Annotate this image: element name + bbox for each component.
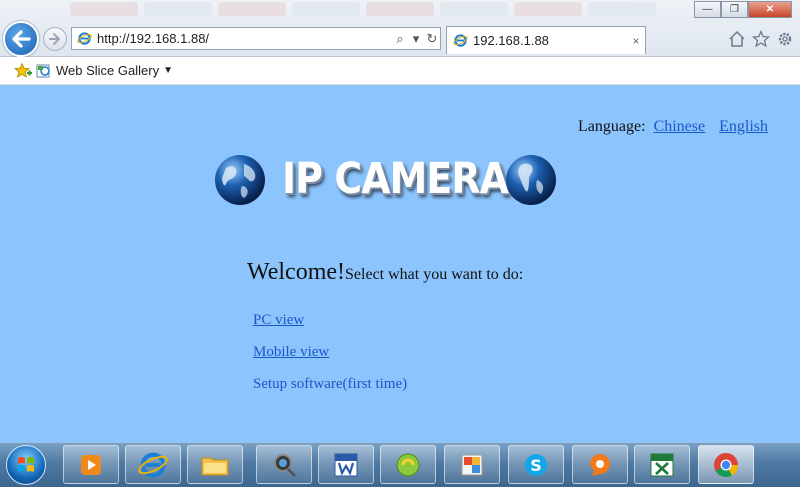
tab-close-icon[interactable]: × bbox=[627, 34, 645, 48]
page-content: Language: Chinese English IP CAMERA Welc… bbox=[0, 85, 800, 442]
taskbar-image-tool[interactable] bbox=[444, 445, 500, 484]
web-slice-gallery-link[interactable]: Web Slice Gallery ▼ bbox=[36, 63, 173, 79]
taskbar-microsoft-excel[interactable] bbox=[634, 445, 690, 484]
language-selector: Language: Chinese English bbox=[578, 118, 768, 136]
tab-active[interactable]: 192.168.1.88 × bbox=[446, 26, 646, 54]
internet-explorer-icon bbox=[138, 452, 168, 477]
language-english-link[interactable]: English bbox=[719, 118, 768, 135]
browser-toolbar-icons bbox=[728, 30, 794, 48]
microsoft-word-icon bbox=[334, 453, 358, 476]
taskbar-internet-explorer[interactable] bbox=[125, 445, 181, 484]
address-bar[interactable]: http://192.168.1.88/ ⌕ ▾ ↻ bbox=[71, 27, 441, 50]
camera-search-icon bbox=[274, 453, 297, 477]
forward-button[interactable] bbox=[43, 27, 67, 51]
internet-explorer-icon bbox=[453, 34, 468, 47]
windows-media-player-icon bbox=[81, 454, 101, 475]
search-icon[interactable]: ⌕ bbox=[392, 31, 408, 47]
language-chinese-link[interactable]: Chinese bbox=[654, 118, 706, 135]
window-controls: — ❐ ✕ bbox=[694, 1, 792, 18]
start-button[interactable] bbox=[6, 445, 46, 485]
orange-app-icon bbox=[590, 453, 610, 476]
background-tabs bbox=[70, 0, 690, 18]
globe-icon bbox=[215, 155, 265, 205]
taskbar-file-explorer[interactable] bbox=[187, 445, 243, 484]
restore-button[interactable]: ❐ bbox=[721, 1, 748, 18]
forward-arrow-icon bbox=[49, 33, 60, 45]
dropdown-arrow-icon[interactable]: ▼ bbox=[163, 65, 173, 76]
svg-text:S: S bbox=[530, 456, 542, 475]
taskbar: S bbox=[0, 442, 800, 487]
welcome-heading: Welcome! bbox=[247, 259, 346, 285]
favorites-bar: Web Slice Gallery ▼ bbox=[0, 57, 800, 85]
add-favorites-icon[interactable] bbox=[14, 61, 32, 80]
minimize-button[interactable]: — bbox=[694, 1, 721, 18]
favorites-star-icon[interactable] bbox=[752, 30, 770, 48]
taskbar-media-player[interactable] bbox=[63, 445, 119, 484]
web-slice-icon bbox=[36, 64, 50, 77]
web-slice-gallery-label: Web Slice Gallery bbox=[56, 63, 160, 78]
windows-logo-icon bbox=[18, 457, 34, 472]
back-arrow-icon bbox=[12, 30, 31, 48]
address-url[interactable]: http://192.168.1.88/ bbox=[97, 31, 392, 46]
mobile-view-link[interactable]: Mobile view bbox=[253, 344, 329, 361]
internet-explorer-icon bbox=[77, 32, 92, 45]
tab-title: 192.168.1.88 bbox=[473, 33, 549, 48]
green-app-icon bbox=[396, 453, 420, 476]
home-icon[interactable] bbox=[728, 30, 746, 48]
microsoft-excel-icon bbox=[650, 453, 674, 476]
welcome-prompt: Select what you want to do: bbox=[345, 266, 524, 283]
pc-view-link[interactable]: PC view bbox=[253, 312, 304, 329]
welcome-message: Welcome!Select what you want to do: bbox=[247, 259, 523, 286]
gear-icon[interactable] bbox=[776, 30, 794, 48]
globe-icon bbox=[506, 155, 556, 205]
skype-icon: S bbox=[525, 453, 547, 476]
close-window-button[interactable]: ✕ bbox=[748, 1, 792, 18]
file-explorer-icon bbox=[201, 457, 229, 475]
refresh-icon[interactable]: ↻ bbox=[424, 31, 440, 47]
image-tool-icon bbox=[461, 454, 483, 475]
language-label: Language: bbox=[578, 118, 646, 135]
taskbar-green-app[interactable] bbox=[380, 445, 436, 484]
taskbar-orange-app[interactable] bbox=[572, 445, 628, 484]
taskbar-camera-search[interactable] bbox=[256, 445, 312, 484]
browser-chrome: http://192.168.1.88/ ⌕ ▾ ↻ 192.168.1.88 … bbox=[0, 0, 800, 57]
taskbar-skype[interactable]: S bbox=[508, 445, 564, 484]
brand-title: IP CAMERA bbox=[282, 154, 509, 204]
taskbar-microsoft-word[interactable] bbox=[318, 445, 374, 484]
taskbar-google-chrome[interactable] bbox=[698, 445, 754, 484]
google-chrome-icon bbox=[714, 452, 738, 477]
setup-software-link[interactable]: Setup software(first time) bbox=[253, 376, 407, 393]
back-button[interactable] bbox=[3, 21, 39, 57]
address-dropdown-icon[interactable]: ▾ bbox=[408, 31, 424, 47]
